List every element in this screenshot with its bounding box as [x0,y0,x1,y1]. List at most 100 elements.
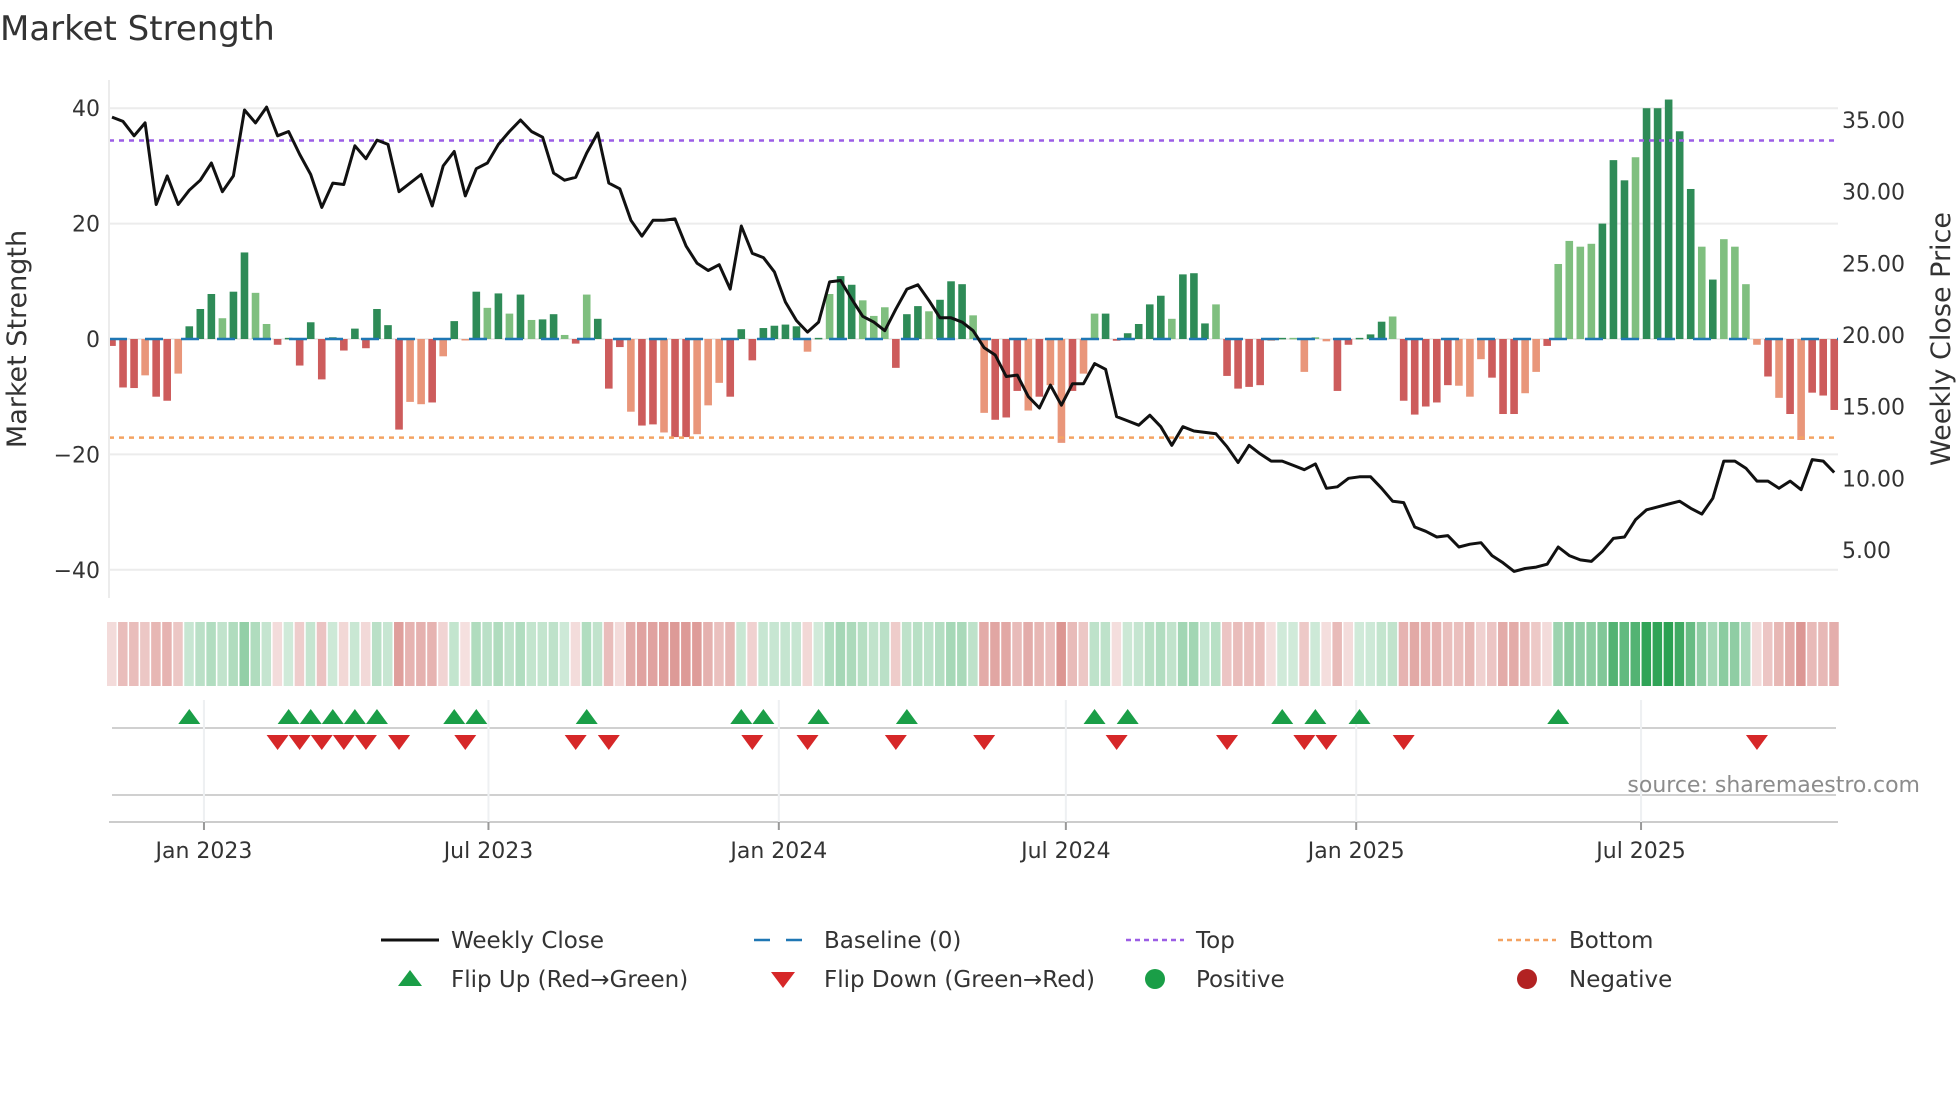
strength-bar [936,299,944,339]
strip-cell [1663,622,1674,686]
strip-cell [835,622,846,686]
strength-bar [792,326,801,339]
strength-bar [483,307,492,339]
strength-bar [748,339,757,361]
strength-bar [1565,240,1574,339]
strength-bar [1576,246,1585,339]
legend: Weekly Close Baseline (0) Top Bottom Flip Up… [381,928,1672,993]
strength-bar [1444,339,1452,386]
strip-cell [305,622,316,686]
strength-bar [527,319,536,339]
strength-bar [1510,339,1518,415]
strength-bar [185,326,194,339]
strip-cell [747,622,757,686]
strip-cell [659,622,669,686]
strength-bar [251,292,260,339]
strip-cell [636,622,647,686]
strip-cell [1100,622,1111,686]
strip-cell [427,622,437,686]
strip-cell [118,622,128,686]
strip-cell [1122,622,1133,686]
strength-bar [1697,246,1706,339]
strip-cell [1078,622,1089,686]
strength-heat-strip [107,622,1839,686]
flip-up-marker [895,709,918,724]
strip-cell [1420,622,1431,686]
source-note: source: sharemaestro.com [1627,773,1920,798]
flip-down-marker [796,735,819,750]
strip-cell [283,622,294,686]
strength-bar [1079,339,1088,374]
strength-bar [472,291,481,339]
strip-cell [1520,622,1530,686]
strength-bar [1278,337,1287,340]
strip-cell [360,622,371,686]
x-tick-label: Jul 2023 [442,839,534,864]
flip-down-marker [1392,735,1415,750]
strip-cell [438,622,448,686]
strip-cell [1509,622,1519,686]
strip-cell [1343,622,1353,686]
lower-panel [109,700,1838,830]
strip-cell [151,622,161,686]
strength-bar [1797,339,1805,440]
y2-tick-label: 15.00 [1842,396,1905,421]
strip-cell [1133,622,1144,686]
strength-bar [1819,339,1827,396]
strength-bar [1157,295,1165,339]
strength-bar [638,339,646,426]
strip-cell [957,622,967,686]
flip-up-marker [299,709,322,724]
strip-cell [1155,622,1166,686]
strength-bar [1742,284,1750,339]
strip-cell [1641,622,1652,686]
strip-cell [901,622,912,686]
flip-down-marker [1745,735,1768,750]
strip-cell [416,622,426,686]
strip-cell [526,622,537,686]
y2-tick-label: 20.00 [1842,324,1905,349]
y-tick-label: −20 [54,443,100,468]
strip-cell [879,622,890,686]
flip-up-marker [1348,709,1371,724]
strength-bar [152,339,160,397]
strength-bar [825,293,834,339]
flip-down-marker [884,735,907,750]
flip-up-marker [343,709,366,724]
strength-bar [1145,304,1154,339]
strip-cell [129,622,139,686]
strip-cell [1056,622,1066,686]
flip-down-marker [564,735,587,750]
strip-cell [603,622,614,686]
strength-bar [1532,339,1540,372]
strip-cell [614,622,625,686]
strip-cell [316,622,327,686]
strength-bar [660,339,668,433]
strength-bar [240,252,249,339]
strip-cell [195,622,205,686]
legend-label: Negative [1569,967,1672,993]
strip-cell [1023,622,1033,686]
strength-bar [395,339,403,430]
strip-cell [1498,622,1508,686]
strength-bar [1002,339,1011,418]
strip-cell [1387,622,1398,686]
strength-bar [1488,339,1496,378]
strength-bar [1731,246,1739,339]
strength-bar [1355,337,1364,340]
strength-bar [406,339,414,402]
strip-cell [1542,622,1552,686]
flip-up-marker [321,709,344,724]
strength-bar [1134,323,1143,339]
strip-cell [405,622,415,686]
x-tick-label: Jan 2023 [154,839,253,864]
strip-cell [471,622,481,686]
strength-bar [1709,279,1717,339]
strip-cell [1696,622,1707,686]
strength-bar [1609,160,1618,339]
strip-cell [1818,622,1828,686]
strength-bar [593,318,602,339]
strip-cell [217,622,227,686]
strength-bar [494,293,503,339]
strip-cell [349,622,360,686]
